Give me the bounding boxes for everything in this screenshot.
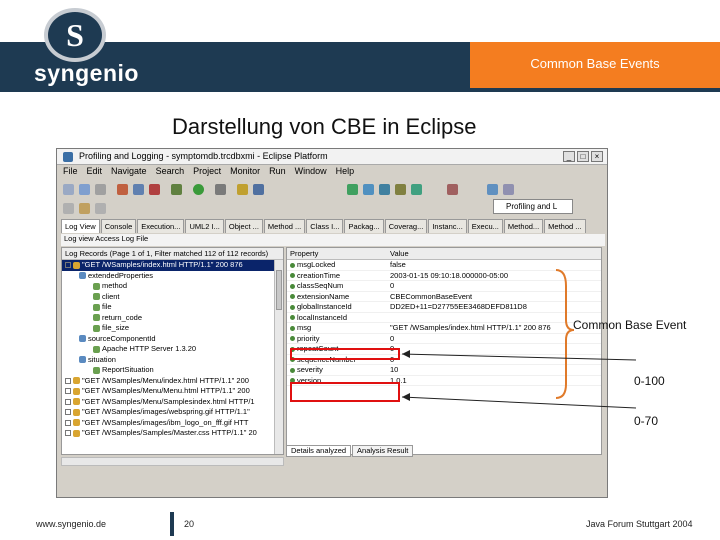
callout-severity-range: 0-70 <box>634 414 659 428</box>
severity-arrow-line <box>401 396 637 409</box>
footer-event: Java Forum Stuttgart 2004 <box>586 519 693 529</box>
footer-divider <box>170 512 174 536</box>
brace-icon <box>555 269 575 399</box>
severity-arrow-head <box>402 393 410 401</box>
page-number: 20 <box>184 519 195 529</box>
callout-arrows <box>401 269 637 409</box>
priority-arrow-head <box>402 350 410 358</box>
priority-arrow-line <box>401 353 637 361</box>
callout-priority-range: 0-100 <box>634 374 665 388</box>
slide: Common Base Events S syngenio Darstellun… <box>0 0 720 540</box>
footer-website: www.syngenio.de <box>36 519 107 529</box>
callout-common-base-event: Common Base Event <box>573 318 687 332</box>
